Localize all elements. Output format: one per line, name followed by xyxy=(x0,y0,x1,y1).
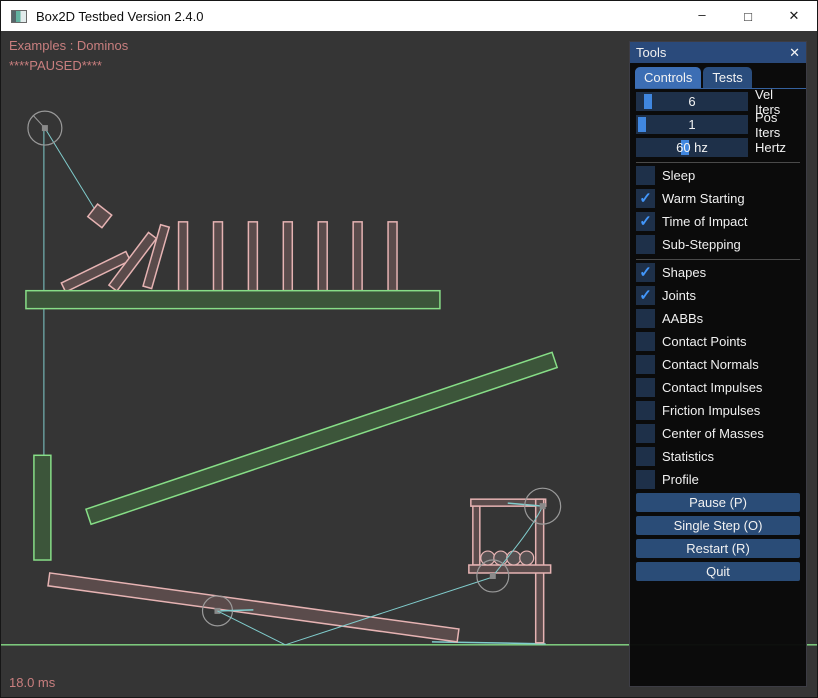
app-window: Box2D Testbed Version 2.4.0 – □ ✕ xyxy=(0,0,818,698)
swinging-box-body[interactable] xyxy=(88,204,112,228)
checkbox[interactable]: ✓ xyxy=(636,286,655,305)
checkbox[interactable] xyxy=(636,470,655,489)
domino[interactable] xyxy=(318,222,327,291)
checkmark-icon: ✓ xyxy=(639,189,652,208)
checkmark-icon: ✓ xyxy=(639,286,652,305)
vel-iters-row: 6 Vel Iters xyxy=(636,92,800,111)
tools-panel-titlebar[interactable]: Tools ✕ xyxy=(630,42,806,63)
checkmark-icon: ✓ xyxy=(639,263,652,282)
checkbox-joints[interactable]: ✓ Joints xyxy=(636,286,800,305)
checkbox-contact-points[interactable]: Contact Points xyxy=(636,332,800,351)
hertz-value: 60 hz xyxy=(636,138,748,157)
checkbox-contact-impulses[interactable]: Contact Impulses xyxy=(636,378,800,397)
checkbox-sleep[interactable]: Sleep xyxy=(636,166,800,185)
client-area: Examples : Dominos ****PAUSED**** 18.0 m… xyxy=(1,31,817,698)
checkbox-friction-impulses[interactable]: Friction Impulses xyxy=(636,401,800,420)
hertz-slider[interactable]: 60 hz xyxy=(636,138,748,157)
maximize-icon: □ xyxy=(744,9,752,24)
joint-line xyxy=(220,610,253,611)
window-titlebar[interactable]: Box2D Testbed Version 2.4.0 – □ ✕ xyxy=(1,1,817,31)
app-icon xyxy=(11,10,27,23)
cart-frame[interactable] xyxy=(469,499,551,643)
checkbox-time-of-impact[interactable]: ✓ Time of Impact xyxy=(636,212,800,231)
hertz-label: Hertz xyxy=(755,140,786,155)
window-controls: – □ ✕ xyxy=(679,1,817,31)
separator xyxy=(636,259,800,260)
button-group: Pause (P) Single Step (O) Restart (R) Qu… xyxy=(636,493,800,581)
checkbox[interactable] xyxy=(636,401,655,420)
checkbox[interactable] xyxy=(636,332,655,351)
close-icon: ✕ xyxy=(789,8,800,24)
checkbox[interactable] xyxy=(636,378,655,397)
domino[interactable] xyxy=(179,222,188,291)
single-step-button[interactable]: Single Step (O) xyxy=(636,516,800,535)
pos-iters-label: Pos Iters xyxy=(755,110,800,140)
checkbox-warm-starting[interactable]: ✓ Warm Starting xyxy=(636,189,800,208)
pos-iters-value: 1 xyxy=(636,115,748,134)
tools-panel-title: Tools xyxy=(636,45,666,60)
example-label: Examples : Dominos xyxy=(9,38,128,53)
vel-iters-slider[interactable]: 6 xyxy=(636,92,748,111)
hertz-row: 60 hz Hertz xyxy=(636,138,800,157)
checkbox[interactable]: ✓ xyxy=(636,263,655,282)
quit-button[interactable]: Quit xyxy=(636,562,800,581)
seesaw-plank[interactable] xyxy=(48,573,459,642)
pause-button[interactable]: Pause (P) xyxy=(636,493,800,512)
checkbox-shapes[interactable]: ✓ Shapes xyxy=(636,263,800,282)
close-button[interactable]: ✕ xyxy=(771,1,817,31)
checkbox[interactable] xyxy=(636,355,655,374)
tools-panel-close-icon[interactable]: ✕ xyxy=(789,45,800,61)
checkbox[interactable] xyxy=(636,447,655,466)
domino[interactable] xyxy=(283,222,292,291)
tools-panel-body: 6 Vel Iters 1 Pos Iters 60 hz xyxy=(630,89,806,581)
pendulum-wheel[interactable] xyxy=(28,111,62,145)
checkbox[interactable]: ✓ xyxy=(636,212,655,231)
domino[interactable] xyxy=(248,222,257,291)
restart-button[interactable]: Restart (R) xyxy=(636,539,800,558)
tab-tests[interactable]: Tests xyxy=(703,67,751,88)
tab-controls[interactable]: Controls xyxy=(635,67,701,88)
checkbox[interactable]: ✓ xyxy=(636,189,655,208)
joint-line xyxy=(45,128,96,211)
checkbox-contact-normals[interactable]: Contact Normals xyxy=(636,355,800,374)
checkbox[interactable] xyxy=(636,309,655,328)
domino[interactable] xyxy=(388,222,397,291)
static-column xyxy=(34,455,51,560)
minimize-button[interactable]: – xyxy=(679,1,725,31)
domino[interactable] xyxy=(213,222,222,291)
checkbox[interactable] xyxy=(636,166,655,185)
checkmark-icon: ✓ xyxy=(639,212,652,231)
separator xyxy=(636,162,800,163)
maximize-button[interactable]: □ xyxy=(725,1,771,31)
vel-iters-value: 6 xyxy=(636,92,748,111)
ball[interactable] xyxy=(507,551,521,565)
minimize-icon: – xyxy=(698,7,705,22)
pos-iters-row: 1 Pos Iters xyxy=(636,115,800,134)
static-shelf xyxy=(26,291,440,309)
checkbox-center-of-masses[interactable]: Center of Masses xyxy=(636,424,800,443)
checkbox[interactable] xyxy=(636,424,655,443)
checkbox-profile[interactable]: Profile xyxy=(636,470,800,489)
rope-ground-segment xyxy=(432,642,546,644)
checkbox-aabbs[interactable]: AABBs xyxy=(636,309,800,328)
ball[interactable] xyxy=(520,551,534,565)
checkbox-statistics[interactable]: Statistics xyxy=(636,447,800,466)
ball[interactable] xyxy=(494,551,508,565)
checkbox-sub-stepping[interactable]: Sub-Stepping xyxy=(636,235,800,254)
checkbox[interactable] xyxy=(636,235,655,254)
paused-label: ****PAUSED**** xyxy=(9,58,102,73)
frame-time-label: 18.0 ms xyxy=(9,675,55,690)
window-title: Box2D Testbed Version 2.4.0 xyxy=(36,9,203,24)
tools-panel: Tools ✕ Controls Tests 6 Vel Iters xyxy=(629,41,807,687)
pos-iters-slider[interactable]: 1 xyxy=(636,115,748,134)
domino[interactable] xyxy=(353,222,362,291)
